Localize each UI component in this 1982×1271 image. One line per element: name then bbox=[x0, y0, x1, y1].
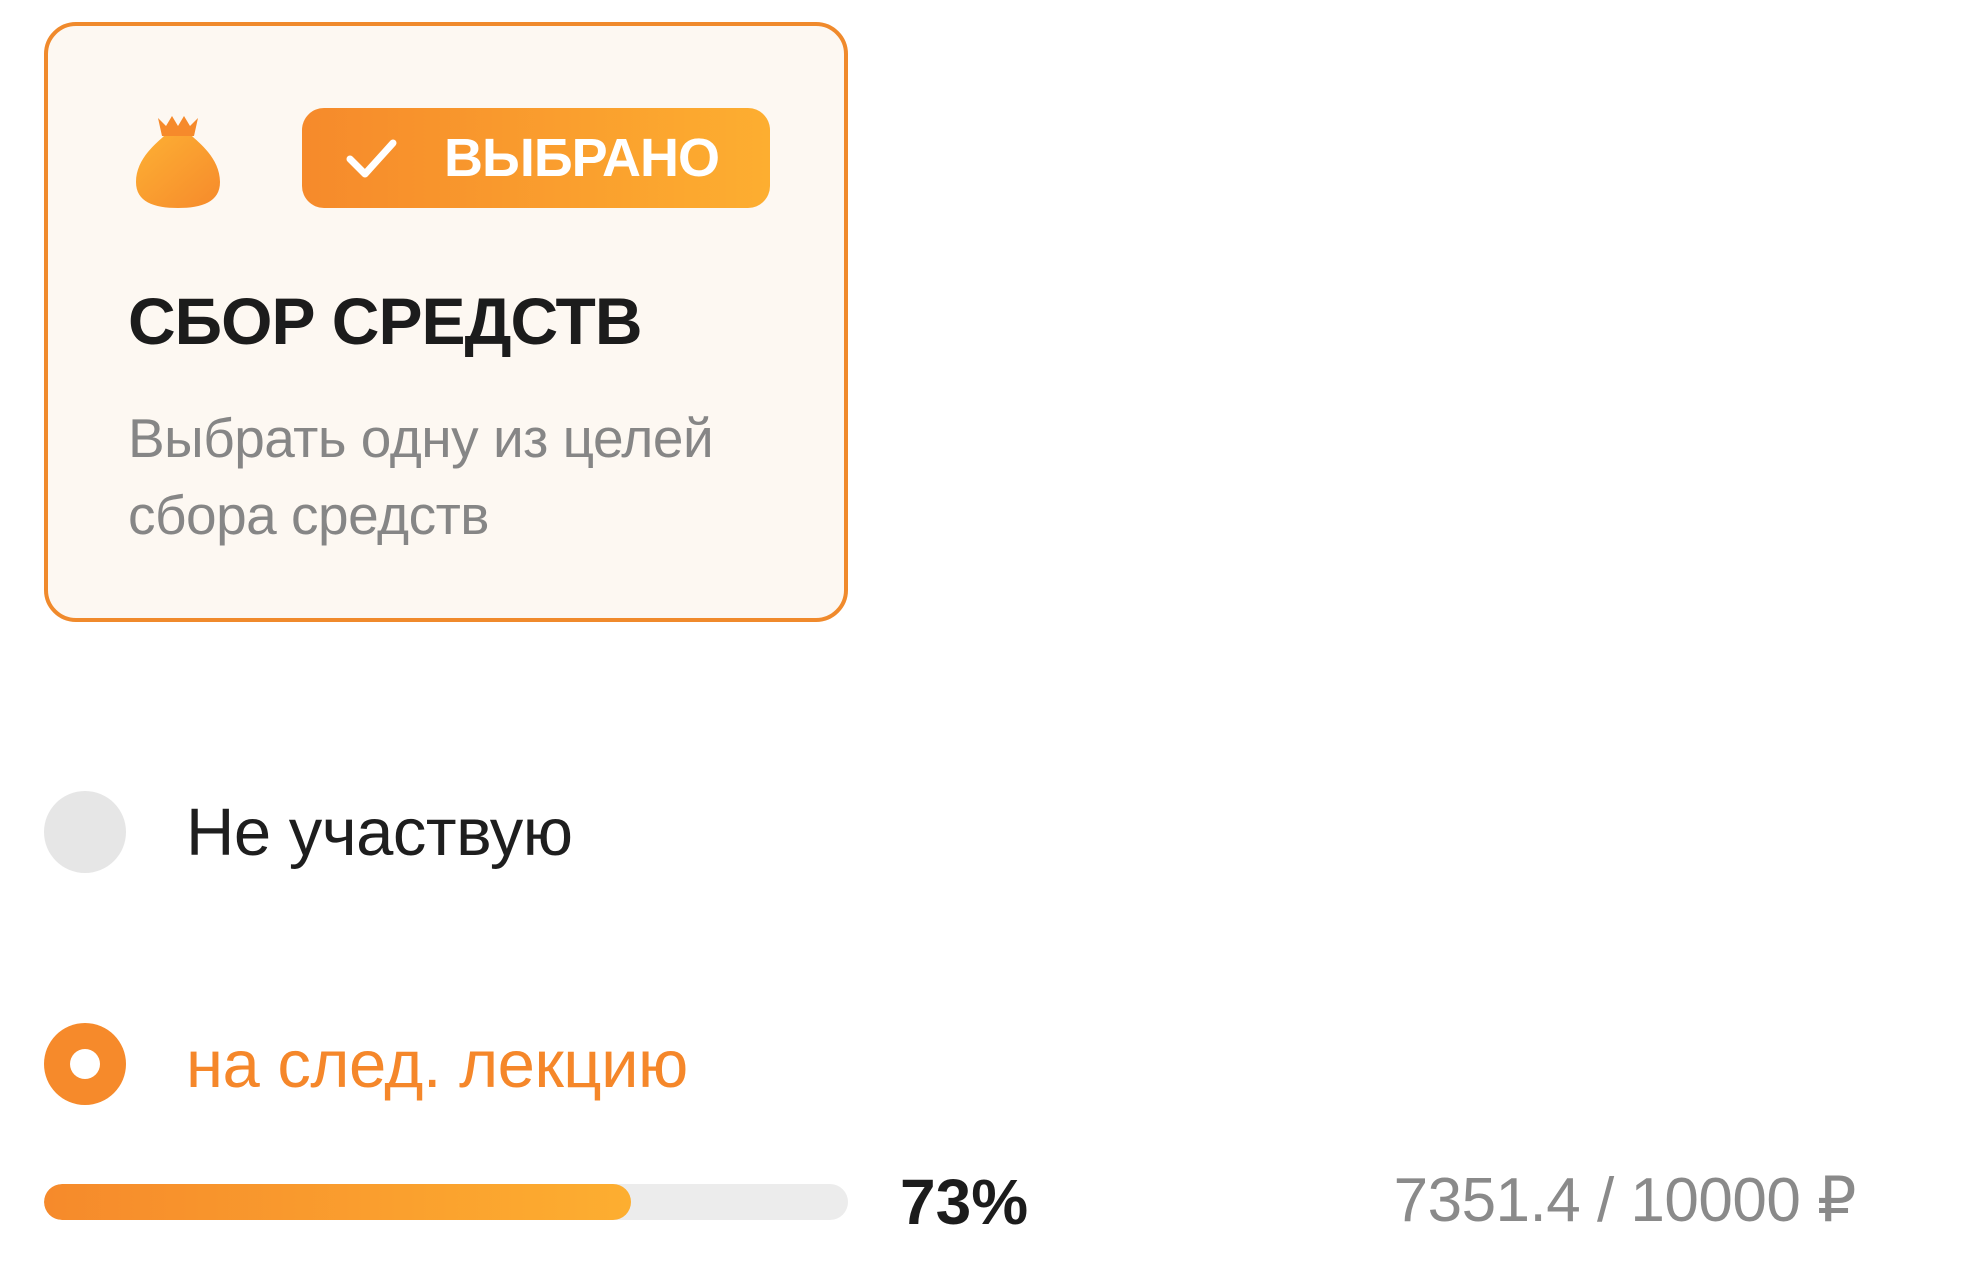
radio-button-checked[interactable] bbox=[44, 1023, 126, 1105]
option-not-participating[interactable]: Не участвую bbox=[44, 790, 573, 874]
check-icon bbox=[344, 131, 398, 185]
card-description: Выбрать одну из целей сбора средств bbox=[128, 407, 714, 546]
option-label: Не участвую bbox=[186, 794, 573, 870]
fundraising-card[interactable]: ВЫБРАНО СБОР СРЕДСТВ Выбрать одну из цел… bbox=[44, 22, 848, 622]
progress-bar-fill bbox=[44, 1184, 631, 1220]
selected-badge: ВЫБРАНО bbox=[302, 108, 770, 208]
selected-badge-label: ВЫБРАНО bbox=[444, 128, 720, 188]
money-bag-icon bbox=[128, 110, 228, 210]
progress-amount: 7351.4 / 10000 ₽ bbox=[1393, 1166, 1857, 1235]
radio-dot bbox=[70, 1049, 100, 1079]
progress-bar bbox=[44, 1184, 848, 1220]
card-title: СБОР СРЕДСТВ bbox=[128, 284, 643, 358]
radio-button-unchecked[interactable] bbox=[44, 791, 126, 873]
progress-percent: 73% bbox=[900, 1166, 1029, 1238]
option-next-lecture[interactable]: на след. лекцию bbox=[44, 1022, 688, 1106]
option-label: на след. лекцию bbox=[186, 1026, 688, 1102]
